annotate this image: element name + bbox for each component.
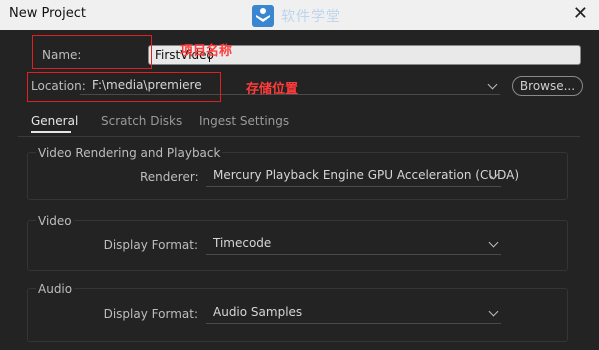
close-icon[interactable]: ✕ <box>573 3 588 24</box>
location-annotation: 存储位置 <box>246 82 299 97</box>
tab-general[interactable]: General <box>31 114 78 128</box>
watermark-logo-icon <box>252 5 274 27</box>
video-display-format-value: Timecode <box>213 236 272 250</box>
video-display-format-label: Display Format: <box>103 238 198 252</box>
tabs-divider <box>18 136 580 137</box>
window-title: New Project <box>9 6 86 21</box>
audio-title: Audio <box>36 282 75 296</box>
location-highlight-box <box>27 72 221 102</box>
browse-button[interactable]: Browse... <box>512 76 583 96</box>
name-annotation: 项目名称 <box>180 44 233 59</box>
audio-display-format-label: Display Format: <box>103 307 198 321</box>
renderer-dropdown[interactable]: Mercury Playback Engine GPU Acceleration… <box>206 167 519 187</box>
name-highlight-box <box>32 35 152 69</box>
title-bar: New Project 软件学堂 ✕ <box>0 0 599 30</box>
renderer-label: Renderer: <box>140 170 199 184</box>
chevron-down-icon <box>488 306 499 317</box>
audio-display-format-dropdown[interactable]: Audio Samples <box>206 304 501 324</box>
chevron-down-icon <box>488 237 499 248</box>
tab-ingest-settings[interactable]: Ingest Settings <box>199 114 289 128</box>
active-tab-indicator <box>31 131 71 133</box>
renderer-value: Mercury Playback Engine GPU Acceleration… <box>213 168 520 182</box>
audio-display-format-value: Audio Samples <box>213 305 303 319</box>
video-rendering-title: Video Rendering and Playback <box>36 146 223 160</box>
video-title: Video <box>36 214 74 228</box>
chevron-down-icon <box>487 79 498 90</box>
watermark-text: 软件学堂 <box>281 9 341 25</box>
tab-scratch-disks[interactable]: Scratch Disks <box>101 114 182 128</box>
video-display-format-dropdown[interactable]: Timecode <box>206 235 501 255</box>
